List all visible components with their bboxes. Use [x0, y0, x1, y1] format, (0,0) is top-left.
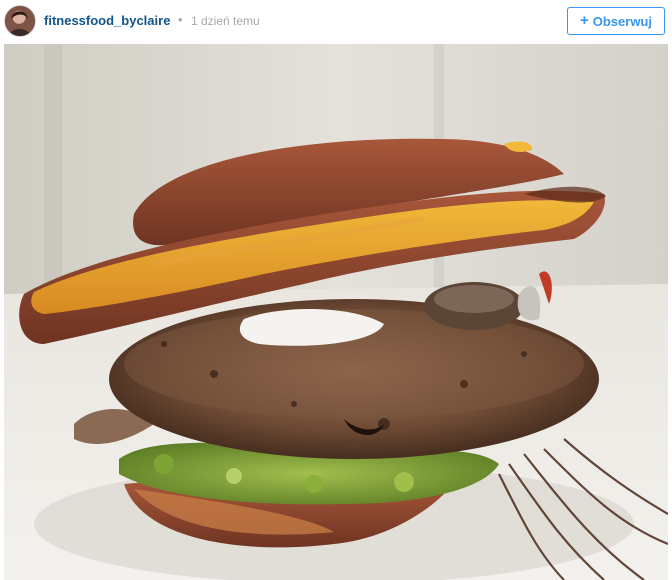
- post-photo[interactable]: [4, 44, 668, 580]
- avatar[interactable]: [4, 5, 36, 37]
- post-timestamp[interactable]: 1 dzień temu: [191, 14, 260, 28]
- burger-photo: [4, 44, 668, 580]
- follow-button-label: Obserwuj: [592, 13, 652, 29]
- post-header: fitnessfood_byclaire • 1 dzień temu + Ob…: [0, 0, 672, 44]
- follow-button[interactable]: + Obserwuj: [567, 7, 665, 35]
- username-link[interactable]: fitnessfood_byclaire: [44, 13, 170, 28]
- avatar-image: [5, 6, 35, 36]
- separator-dot: •: [178, 12, 183, 27]
- plus-icon: +: [579, 12, 589, 29]
